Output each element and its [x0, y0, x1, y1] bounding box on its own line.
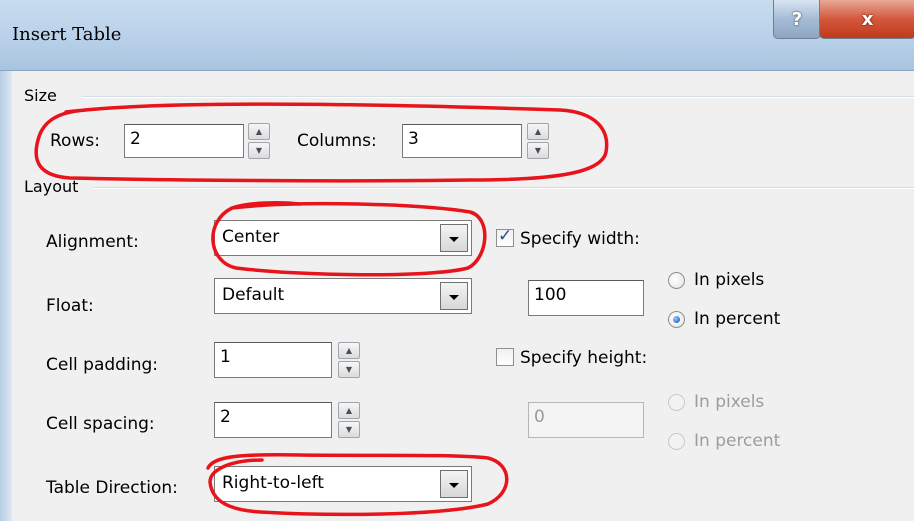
up-arrow-icon[interactable]: ▲ — [248, 123, 270, 140]
height-in-percent-radio[interactable] — [668, 433, 685, 450]
specify-width-checkbox[interactable] — [496, 226, 514, 247]
alignment-label: Alignment: — [46, 232, 139, 252]
title-bar[interactable]: Insert Table ? x — [0, 0, 914, 71]
height-in-pixels-label[interactable]: In pixels — [694, 392, 764, 412]
width-in-pixels-radio[interactable] — [668, 272, 685, 289]
window-border — [0, 71, 12, 521]
float-value: Default — [222, 285, 285, 305]
cell-padding-spinner[interactable]: ▲ ▼ — [338, 342, 360, 378]
down-arrow-icon[interactable]: ▼ — [527, 142, 549, 159]
chevron-down-icon[interactable] — [440, 224, 468, 252]
height-in-percent-label[interactable]: In percent — [694, 431, 780, 451]
down-arrow-icon[interactable]: ▼ — [338, 361, 360, 378]
table-direction-label: Table Direction: — [46, 478, 178, 498]
close-icon: x — [861, 8, 874, 30]
specify-width-label[interactable]: Specify width: — [520, 229, 640, 249]
float-select[interactable]: Default — [214, 278, 472, 314]
up-arrow-icon[interactable]: ▲ — [338, 402, 360, 419]
width-in-percent-label[interactable]: In percent — [694, 309, 780, 329]
table-direction-value: Right-to-left — [222, 473, 324, 493]
float-label: Float: — [46, 296, 94, 316]
down-arrow-icon[interactable]: ▼ — [248, 142, 270, 159]
rows-input[interactable]: 2 — [124, 124, 244, 158]
rows-label: Rows: — [50, 131, 100, 151]
rows-spinner[interactable]: ▲ ▼ — [248, 123, 270, 159]
chevron-down-icon[interactable] — [440, 282, 468, 310]
height-in-pixels-radio[interactable] — [668, 394, 685, 411]
height-input[interactable]: 0 — [528, 402, 644, 438]
cell-spacing-input[interactable]: 2 — [214, 402, 332, 438]
chevron-down-icon[interactable] — [440, 470, 468, 498]
help-button[interactable]: ? — [773, 0, 821, 39]
width-in-pixels-label[interactable]: In pixels — [694, 270, 764, 290]
columns-spinner[interactable]: ▲ ▼ — [527, 123, 549, 159]
size-group-divider — [82, 96, 914, 98]
alignment-value: Center — [222, 227, 280, 247]
cell-spacing-spinner[interactable]: ▲ ▼ — [338, 402, 360, 438]
columns-label: Columns: — [297, 131, 377, 151]
width-in-percent-radio[interactable] — [668, 311, 685, 328]
layout-group-label: Layout — [24, 177, 85, 196]
size-group-label: Size — [24, 86, 63, 105]
question-icon: ? — [791, 8, 803, 30]
specify-height-checkbox[interactable] — [496, 348, 514, 366]
cell-spacing-label: Cell spacing: — [46, 414, 155, 434]
cell-padding-input[interactable]: 1 — [214, 342, 332, 378]
specify-height-label[interactable]: Specify height: — [520, 348, 647, 368]
width-input[interactable]: 100 — [528, 280, 644, 316]
columns-input[interactable]: 3 — [402, 124, 522, 158]
layout-group-divider — [94, 187, 914, 189]
up-arrow-icon[interactable]: ▲ — [527, 123, 549, 140]
down-arrow-icon[interactable]: ▼ — [338, 421, 360, 438]
window-title: Insert Table — [12, 24, 122, 45]
close-button[interactable]: x — [819, 0, 914, 39]
table-direction-select[interactable]: Right-to-left — [214, 466, 472, 502]
up-arrow-icon[interactable]: ▲ — [338, 342, 360, 359]
cell-padding-label: Cell padding: — [46, 355, 158, 375]
alignment-select[interactable]: Center — [214, 220, 472, 256]
